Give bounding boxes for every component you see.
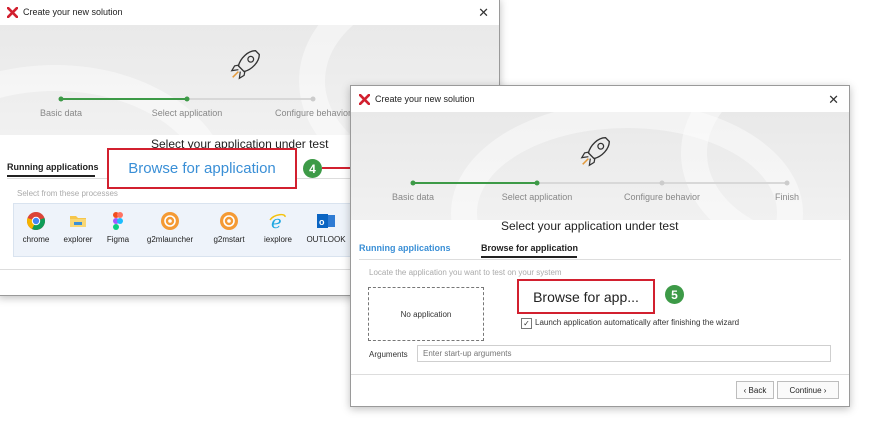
step-select-application: Select application <box>151 108 223 118</box>
process-label: OUTLOOK <box>306 235 346 244</box>
wizard-window-front: Create your new solution ✕ Basic data Se… <box>350 85 850 407</box>
step-finish: Finish <box>774 192 800 202</box>
folder-icon <box>70 216 86 227</box>
step-configure-behavior: Configure behavior <box>623 192 701 202</box>
process-label: explorer <box>63 235 93 244</box>
page-heading: Select your application under test <box>501 219 679 233</box>
g2m-icon <box>220 212 238 230</box>
process-label: g2mlauncher <box>146 235 194 244</box>
step-basic-data: Basic data <box>39 108 83 118</box>
figma-icon <box>113 212 123 230</box>
continue-button[interactable]: Continue › <box>777 381 839 399</box>
rocket-icon <box>580 137 610 167</box>
process-figma[interactable]: Figma <box>103 211 133 244</box>
step-4-badge: 4 <box>303 159 322 178</box>
close-icon[interactable]: ✕ <box>828 92 839 108</box>
process-label: iexplore <box>263 235 292 244</box>
locate-hint: Locate the application you want to test … <box>369 268 562 277</box>
window-title: Create your new solution <box>375 94 475 104</box>
title-bar: Create your new solution ✕ <box>0 0 499 25</box>
outlook-icon: o <box>317 214 335 228</box>
step-dot-configure <box>310 96 316 102</box>
step-select-application: Select application <box>501 192 573 202</box>
process-g2mlauncher[interactable]: g2mlauncher <box>141 211 199 244</box>
g2m-icon <box>161 212 179 230</box>
step-dot-basic <box>410 180 416 186</box>
callout-label: Browse for application <box>128 160 276 177</box>
step-dot-select <box>534 180 540 186</box>
tab-running-applications[interactable]: Running applications <box>7 162 99 172</box>
chrome-icon <box>27 212 45 230</box>
wizard-hero <box>351 112 849 220</box>
browse-for-application-callout[interactable]: Browse for application <box>107 148 297 189</box>
app-logo-icon <box>359 93 370 105</box>
callout-label: Browse for app... <box>533 288 639 305</box>
internet-explorer-icon: e <box>269 212 286 231</box>
process-label: chrome <box>22 235 50 244</box>
process-iexplore[interactable]: e iexplore <box>257 211 299 244</box>
window-title: Create your new solution <box>23 7 123 17</box>
back-button[interactable]: ‹ Back <box>736 381 774 399</box>
arguments-label: Arguments <box>369 350 408 359</box>
step-dot-finish <box>784 180 790 186</box>
process-g2mstart[interactable]: g2mstart <box>205 211 253 244</box>
step-configure-behavior: Configure behavior <box>274 108 352 118</box>
svg-text:o: o <box>319 217 325 227</box>
step-dot-configure <box>659 180 665 186</box>
launch-checkbox[interactable]: ✓ <box>521 318 532 329</box>
arguments-input[interactable] <box>417 345 831 362</box>
step-basic-data: Basic data <box>391 192 435 202</box>
process-label: g2mstart <box>213 235 245 244</box>
process-chrome[interactable]: chrome <box>19 211 53 244</box>
no-application-label: No application <box>400 309 452 319</box>
launch-checkbox-label: Launch application automatically after f… <box>535 318 740 327</box>
rocket-icon <box>230 50 260 80</box>
processes-hint: Select from these processes <box>17 189 118 198</box>
step-dot-basic <box>58 96 64 102</box>
close-icon[interactable]: ✕ <box>478 5 489 21</box>
app-logo-icon <box>7 6 18 18</box>
step-5-badge: 5 <box>665 285 684 304</box>
process-explorer[interactable]: explorer <box>59 211 97 244</box>
process-outlook[interactable]: o OUTLOOK <box>303 211 349 244</box>
tab-running-applications[interactable]: Running applications <box>359 243 451 253</box>
process-label: Figma <box>106 235 130 244</box>
step-dot-select <box>184 96 190 102</box>
browse-for-app-callout[interactable]: Browse for app... <box>517 279 655 314</box>
tab-browse-for-application[interactable]: Browse for application <box>481 243 578 253</box>
title-bar: Create your new solution ✕ <box>351 86 849 112</box>
no-application-dropzone[interactable]: No application <box>368 287 484 341</box>
